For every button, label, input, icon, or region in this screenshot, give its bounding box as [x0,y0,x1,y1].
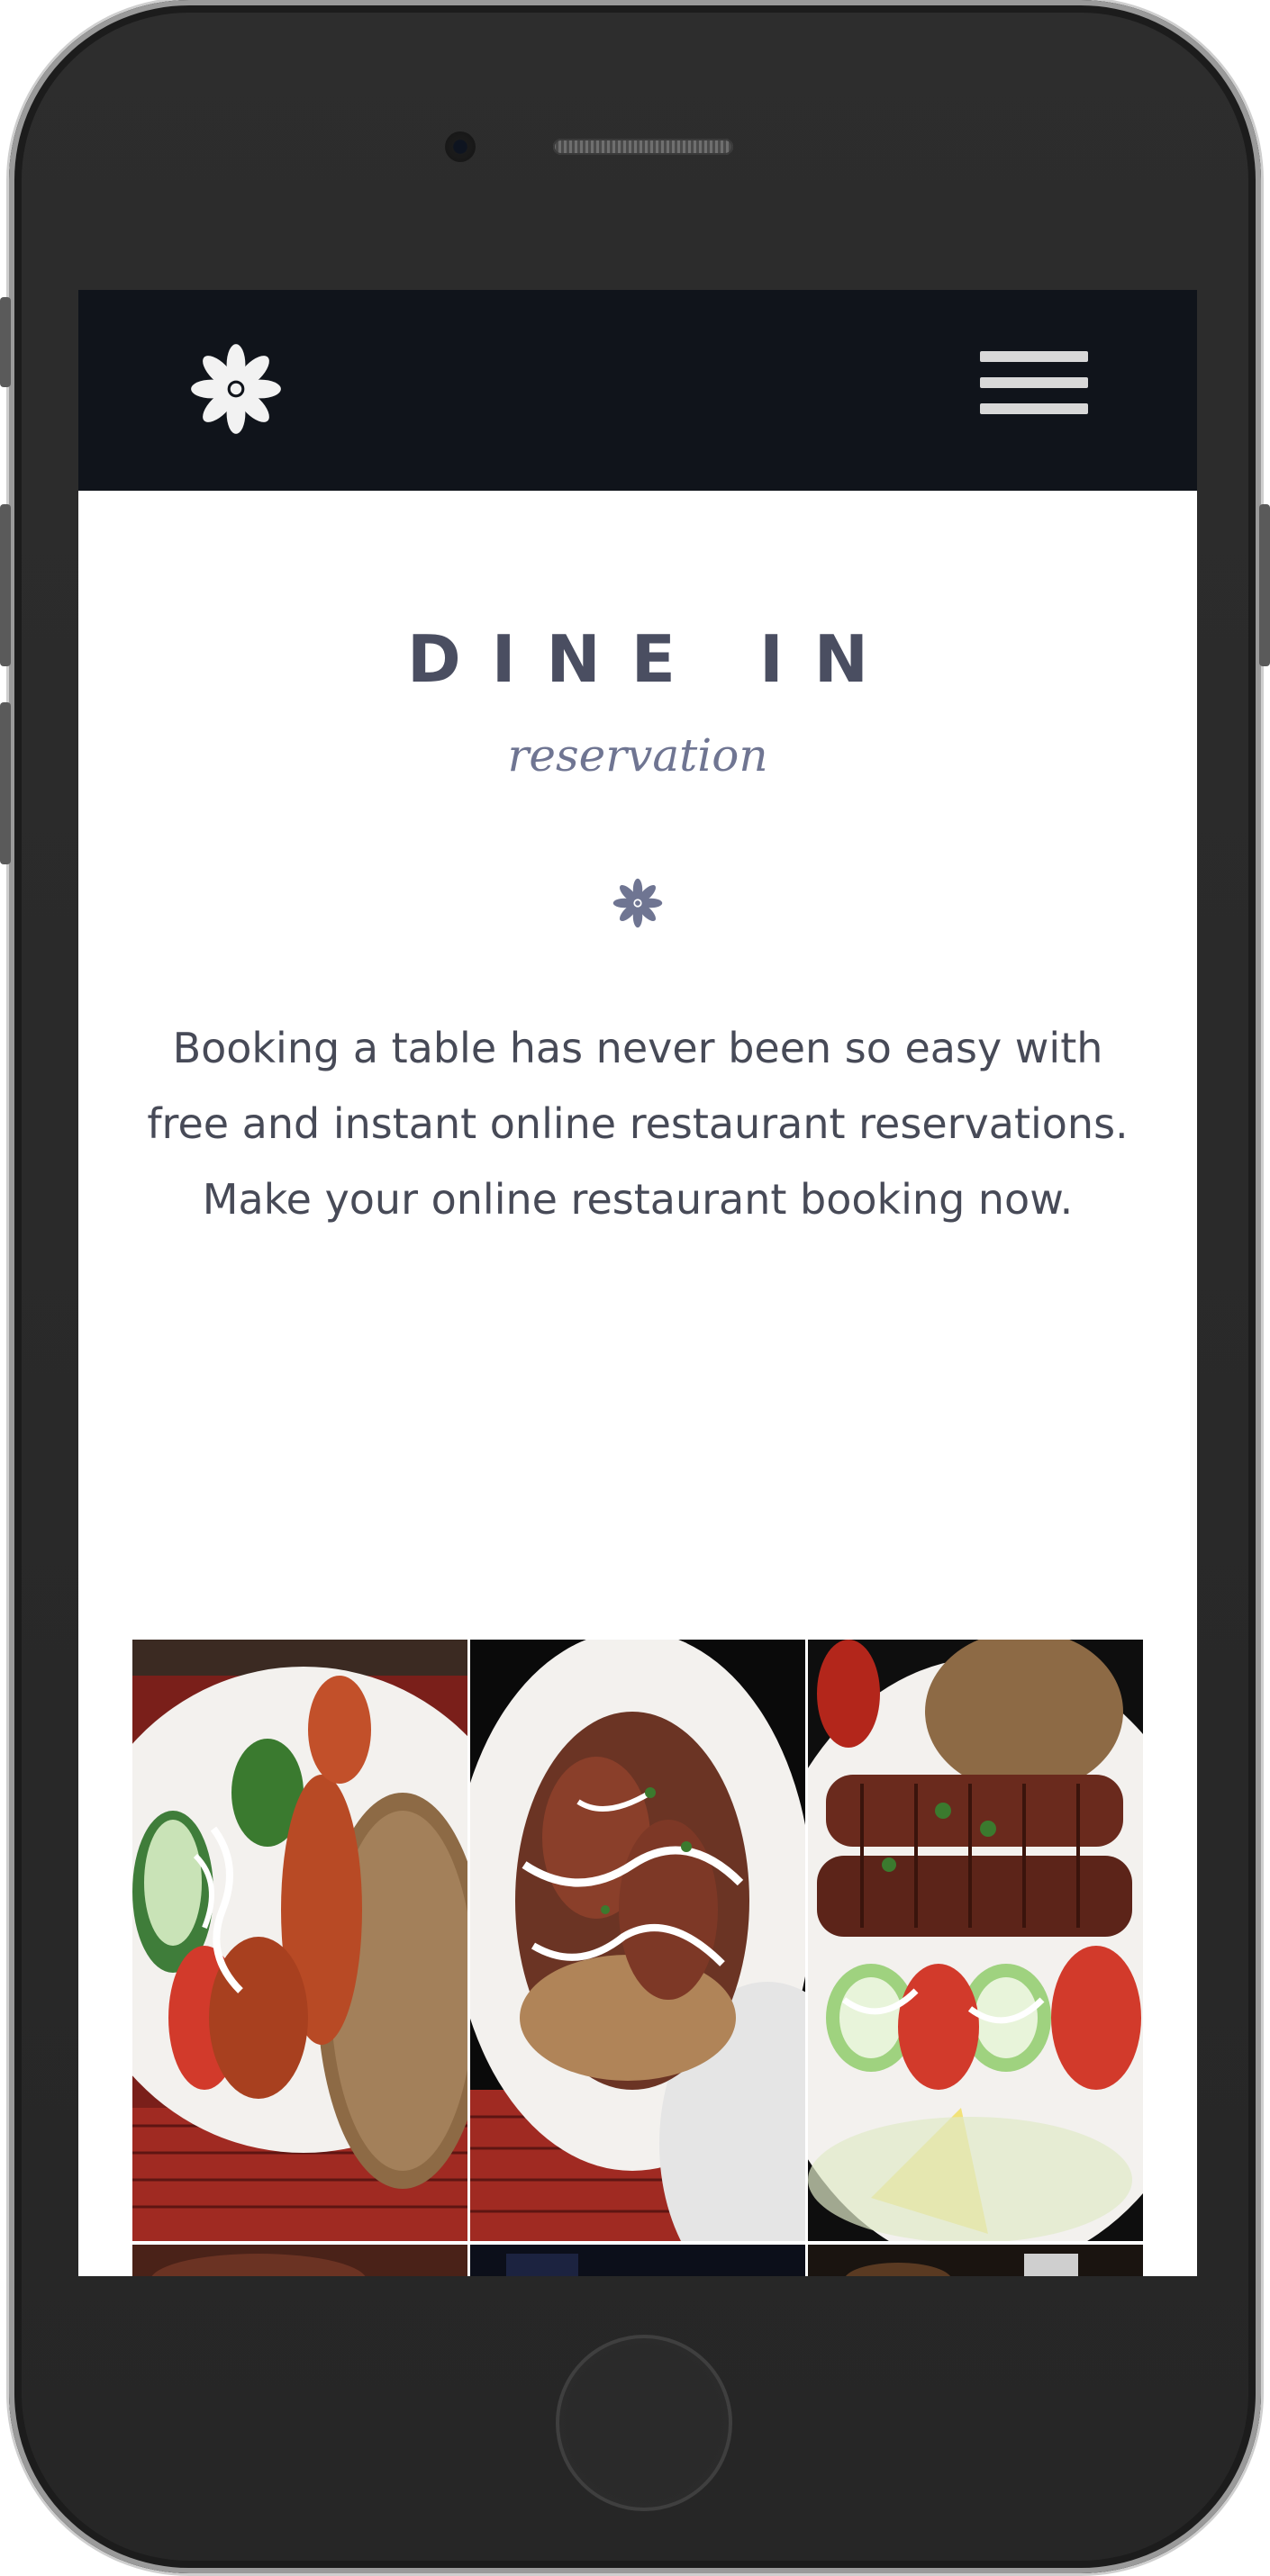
gallery-image-kofta-kebab[interactable] [808,1640,1143,2241]
gallery-image-chicken-kebab[interactable] [132,1640,467,2241]
earpiece-speaker [553,139,733,155]
page-title: DINE IN [406,621,900,697]
hamburger-bar [980,403,1088,414]
food-gallery [132,1640,1143,2276]
hamburger-bar [980,377,1088,388]
volume-up-button[interactable] [0,504,11,666]
home-button[interactable] [556,2335,732,2511]
gallery-image-partial[interactable] [470,2245,805,2276]
front-camera [445,131,476,162]
hamburger-bar [980,351,1088,362]
phone-frame: DINE IN reservation Booking a table has … [9,0,1261,2573]
gallery-image-partial[interactable] [808,2245,1143,2276]
gallery-image-partial[interactable] [132,2245,467,2276]
power-button[interactable] [1259,504,1270,666]
hamburger-menu-icon[interactable] [980,346,1088,427]
intro-paragraph: Booking a table has never been so easy w… [147,1024,1129,1224]
page-subtitle: reservation [507,729,768,782]
asterisk-logo-icon[interactable] [189,342,283,436]
volume-down-button[interactable] [0,702,11,864]
silent-switch[interactable] [0,297,11,387]
top-navbar [78,290,1197,491]
gallery-image-dumplings[interactable] [470,1640,805,2241]
asterisk-divider-icon [612,878,663,928]
phone-screen: DINE IN reservation Booking a table has … [78,290,1197,2276]
